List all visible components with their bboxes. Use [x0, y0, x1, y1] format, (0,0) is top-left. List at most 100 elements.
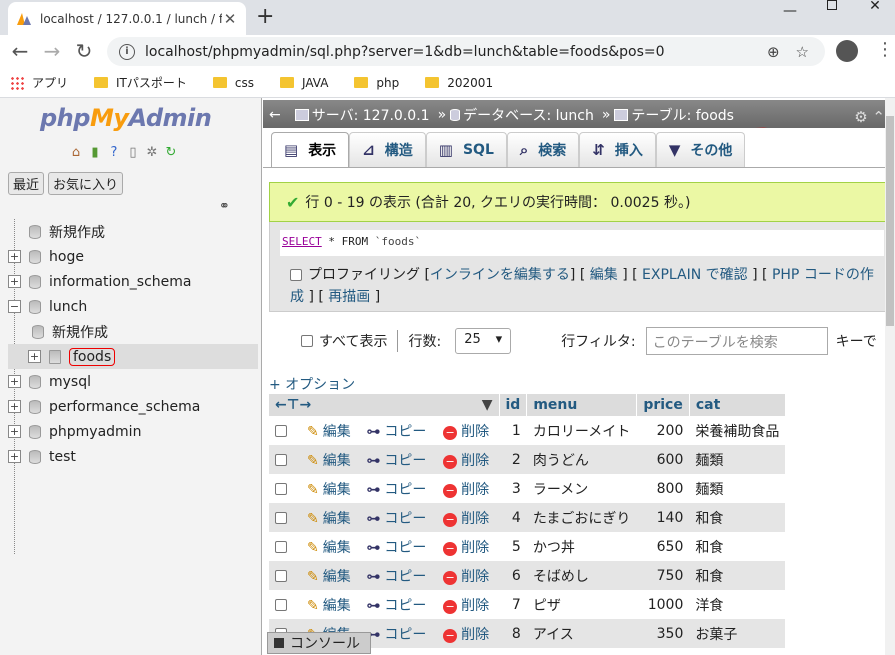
copy-row-button[interactable]: ⊶ コピー [360, 590, 438, 619]
tree-item-test[interactable]: + test [8, 444, 258, 469]
recent-button[interactable]: 最近 [8, 172, 45, 195]
tab-structure[interactable]: ⊿ 構造 [349, 132, 426, 167]
bookmark-apps[interactable]: アプリ [10, 74, 68, 91]
cell-cat[interactable]: 栄養補助食品 [689, 416, 786, 445]
tree-item-information-schema[interactable]: + information_schema [8, 269, 258, 294]
cell-price[interactable]: 1000 [636, 590, 690, 619]
zoom-icon[interactable]: ⊕ [767, 43, 780, 61]
browser-tab[interactable]: localhost / 127.0.0.1 / lunch / foo ✕ [8, 2, 246, 35]
site-info-icon[interactable]: i [119, 43, 135, 60]
expand-icon[interactable]: + [8, 250, 21, 263]
refresh-link[interactable]: 再描画 [328, 289, 370, 305]
edit-row-button[interactable]: ✎編集 [300, 445, 361, 474]
copy-row-button[interactable]: ⊶ コピー [360, 416, 438, 445]
column-header-cat[interactable]: cat [689, 394, 786, 416]
tree-item-lunch[interactable]: − lunch [8, 294, 258, 319]
cell-menu[interactable]: 肉うどん [526, 445, 637, 474]
bookmark-folder[interactable]: 202001 [425, 76, 493, 90]
expand-icon[interactable]: + [8, 450, 21, 463]
tree-item-hoge[interactable]: + hoge [8, 244, 258, 269]
logout-icon[interactable]: ▮ [87, 145, 103, 161]
bookmark-folder[interactable]: ITパスポート [94, 74, 187, 91]
new-tab-button[interactable]: + [256, 4, 274, 29]
row-checkbox[interactable] [269, 445, 301, 474]
edit-row-button[interactable]: ✎編集 [300, 474, 361, 503]
breadcrumb-database[interactable]: データベース: lunch [463, 105, 594, 125]
cell-cat[interactable]: 和食 [689, 561, 786, 590]
copy-row-button[interactable]: ⊶ コピー [360, 445, 438, 474]
edit-link[interactable]: 編集 [590, 267, 618, 283]
edit-row-button[interactable]: ✎編集 [300, 590, 361, 619]
cell-cat[interactable]: 洋食 [689, 590, 786, 619]
breadcrumb-table[interactable]: テーブル: foods [631, 105, 734, 125]
edit-row-button[interactable]: ✎編集 [300, 416, 361, 445]
copy-row-button[interactable]: ⊶ コピー [360, 561, 438, 590]
settings-icon[interactable]: ⚙ ⌃ [854, 108, 885, 126]
cell-price[interactable]: 350 [636, 619, 690, 648]
home-icon[interactable]: ⌂ [68, 145, 84, 161]
cell-id[interactable]: 4 [499, 503, 527, 532]
cell-price[interactable]: 200 [636, 416, 690, 445]
tab-search[interactable]: ⌕ 検索 [506, 132, 580, 167]
column-header-price[interactable]: price [636, 394, 690, 416]
copy-row-button[interactable]: ⊶ コピー [360, 619, 438, 648]
tree-item-lunch-new[interactable]: 新規作成 [8, 319, 258, 344]
bookmark-folder[interactable]: JAVA [280, 76, 328, 90]
reload-icon[interactable]: ↻ [72, 39, 96, 63]
breadcrumb-server[interactable]: サーバ: 127.0.0.1 [312, 105, 430, 125]
edit-row-button[interactable]: ✎編集 [300, 561, 361, 590]
cell-id[interactable]: 3 [499, 474, 527, 503]
maximize-icon[interactable] [812, 0, 852, 11]
row-checkbox[interactable] [269, 532, 301, 561]
bookmark-folder[interactable]: php [354, 76, 399, 90]
cell-menu[interactable]: そばめし [526, 561, 637, 590]
edit-row-button[interactable]: ✎編集 [300, 503, 361, 532]
cell-id[interactable]: 1 [499, 416, 527, 445]
tree-item-new[interactable]: 新規作成 [8, 219, 258, 244]
forward-icon[interactable]: → [40, 39, 64, 63]
cell-menu[interactable]: ラーメン [526, 474, 637, 503]
tab-close-icon[interactable]: ✕ [222, 10, 238, 28]
cell-cat[interactable]: 麺類 [689, 474, 786, 503]
tree-item-mysql[interactable]: + mysql [8, 369, 258, 394]
reload-nav-icon[interactable]: ↻ [163, 145, 179, 161]
delete-row-button[interactable]: − 削除 [437, 416, 499, 445]
delete-row-button[interactable]: − 削除 [437, 590, 499, 619]
expand-icon[interactable]: + [28, 350, 41, 363]
expand-icon[interactable]: + [8, 400, 21, 413]
copy-row-button[interactable]: ⊶ コピー [360, 503, 438, 532]
inline-edit-link[interactable]: インラインを編集する [430, 267, 570, 283]
cell-id[interactable]: 5 [499, 532, 527, 561]
cell-price[interactable]: 800 [636, 474, 690, 503]
cell-menu[interactable]: たまごおにぎり [526, 503, 637, 532]
link-with-main-panel-icon[interactable]: ⚭ [219, 199, 230, 214]
cell-price[interactable]: 140 [636, 503, 690, 532]
column-controls[interactable]: ←⊤→ ▼ [269, 394, 500, 416]
collapse-icon[interactable]: − [8, 300, 21, 313]
profile-avatar-icon[interactable] [836, 40, 858, 62]
help-icon[interactable]: ? [106, 145, 122, 161]
tab-insert[interactable]: ⇵ 挿入 [579, 132, 656, 167]
close-window-icon[interactable]: ✕ [855, 0, 895, 13]
cell-price[interactable]: 750 [636, 561, 690, 590]
cell-id[interactable]: 2 [499, 445, 527, 474]
scrollbar[interactable] [885, 98, 895, 655]
console-button[interactable]: コンソール [267, 632, 371, 654]
chevron-down-icon[interactable]: ▼ [482, 397, 493, 413]
cell-cat[interactable]: 和食 [689, 532, 786, 561]
row-checkbox[interactable] [269, 590, 301, 619]
cell-id[interactable]: 6 [499, 561, 527, 590]
cell-cat[interactable]: 麺類 [689, 445, 786, 474]
row-checkbox[interactable] [269, 474, 301, 503]
explain-link[interactable]: EXPLAIN で確認 [642, 267, 748, 283]
row-checkbox[interactable] [269, 416, 301, 445]
docs-icon[interactable]: ▯ [125, 145, 141, 161]
settings-icon[interactable]: ✲ [144, 145, 160, 161]
row-checkbox[interactable] [269, 561, 301, 590]
delete-row-button[interactable]: − 削除 [437, 619, 499, 648]
sort-arrows-icon[interactable]: ←⊤→ [275, 397, 311, 413]
cell-price[interactable]: 650 [636, 532, 690, 561]
show-all-checkbox[interactable] [301, 335, 313, 347]
browser-menu-icon[interactable]: ⋮ [876, 39, 894, 60]
edit-row-button[interactable]: ✎編集 [300, 532, 361, 561]
